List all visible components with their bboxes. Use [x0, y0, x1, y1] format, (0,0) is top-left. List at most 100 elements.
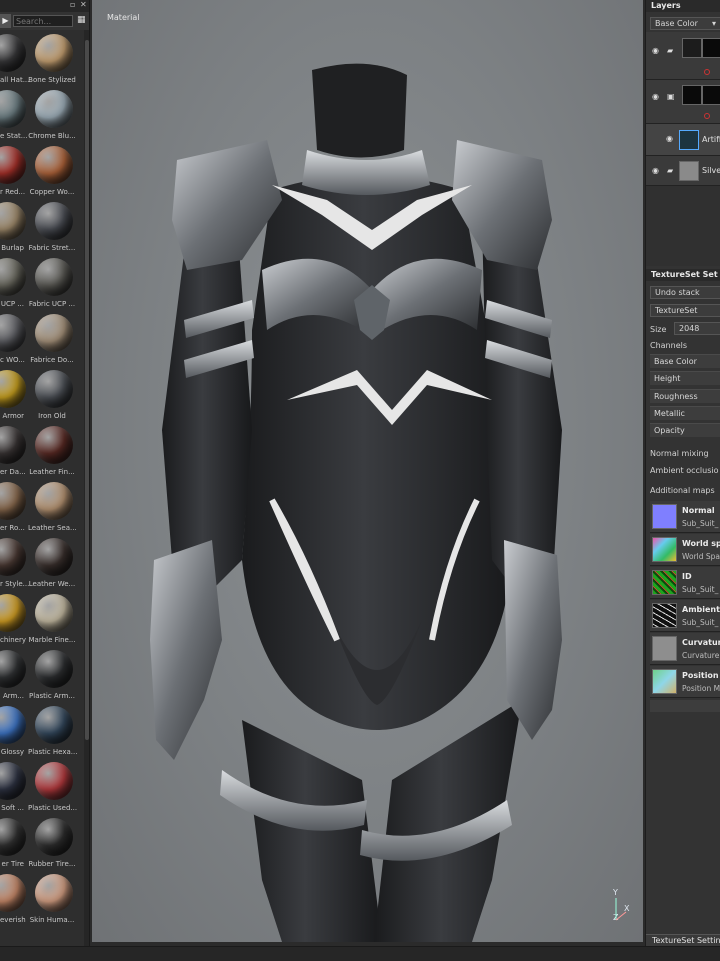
- tab-textureset-settings[interactable]: TextureSet Settin: [646, 934, 720, 946]
- grid-view-icon[interactable]: ▦: [77, 15, 87, 26]
- shelf-search-input[interactable]: [13, 15, 73, 27]
- material-item[interactable]: Chrome Blu...: [28, 88, 76, 144]
- layer-name: Silve: [702, 166, 720, 175]
- material-label: Plastic Hexa...: [28, 748, 78, 756]
- shelf-scrollbar[interactable]: [84, 30, 89, 946]
- map-slot-ambient-occlusion[interactable]: Ambient Sub_Suit_: [650, 600, 720, 632]
- material-item[interactable]: Plastic Arm...: [28, 648, 76, 704]
- material-item[interactable]: Bone Stylized: [28, 32, 76, 88]
- viewport-3d[interactable]: Material Y X: [92, 0, 643, 942]
- material-preview-sphere: [0, 34, 26, 72]
- folder-icon: ▰: [667, 46, 674, 55]
- undo-stack-button[interactable]: Undo stack: [650, 286, 720, 299]
- layers-panel-title: Layers: [646, 0, 720, 12]
- layer-row[interactable]: ◉ ▰: [646, 32, 720, 80]
- material-item[interactable]: Fabric UCP ...: [28, 256, 76, 312]
- material-item[interactable]: Plastic Used...: [28, 760, 78, 816]
- material-item[interactable]: Copper Wo...: [28, 144, 76, 200]
- ambient-occlusion-label: Ambient occlusio: [650, 466, 719, 475]
- mask-indicator-icon: [704, 113, 710, 119]
- chevron-down-icon: ▾: [711, 19, 716, 28]
- map-slot-id[interactable]: ID Sub_Suit_: [650, 567, 720, 599]
- map-title: World sp: [682, 539, 720, 548]
- shelf-title-bar: ▫ ✕: [0, 0, 89, 12]
- material-label: e Stat...: [0, 132, 28, 140]
- textureset-panel-title: TextureSet Set: [646, 269, 720, 281]
- textureset-dropdown[interactable]: TextureSet: [650, 304, 720, 317]
- material-item[interactable]: Rubber Tire...: [28, 816, 76, 872]
- material-item[interactable]: Iron Old: [28, 368, 76, 424]
- material-preview-sphere: [35, 370, 73, 408]
- map-slot-position[interactable]: Position Position M: [650, 666, 720, 698]
- map-title: Curvatur: [682, 638, 720, 647]
- material-preview-sphere: [0, 426, 26, 464]
- channel-base-color[interactable]: Base Color: [650, 354, 720, 368]
- map-source: Sub_Suit_: [682, 519, 719, 528]
- eye-icon[interactable]: ◉: [666, 134, 673, 143]
- mask-indicator-icon: [704, 69, 710, 75]
- map-thumbnail: [652, 570, 677, 595]
- map-slot-world-space[interactable]: World sp World Spa: [650, 534, 720, 566]
- material-preview-sphere: [0, 594, 26, 632]
- material-label: Armor: [2, 412, 24, 420]
- material-preview-sphere: [35, 762, 73, 800]
- map-slot-curvature[interactable]: Curvatur Curvature: [650, 633, 720, 665]
- eye-icon[interactable]: ◉: [652, 46, 659, 55]
- material-label: Copper Wo...: [29, 188, 75, 196]
- material-preview-sphere: [0, 146, 26, 184]
- channel-height[interactable]: Height: [650, 371, 720, 385]
- channel-opacity[interactable]: Opacity: [650, 423, 720, 437]
- material-item[interactable]: Marble Fine...: [28, 592, 76, 648]
- layer-row[interactable]: ◉ ▰ Silve: [646, 156, 720, 186]
- layer-row[interactable]: ◉ Artifi: [646, 124, 720, 156]
- material-preview-sphere: [35, 594, 73, 632]
- shelf-panel: ▫ ✕ ▶ ▦ all Hat...Bone Stylized e Stat...…: [0, 0, 90, 946]
- map-thumbnail: [652, 537, 677, 562]
- material-label: Plastic Used...: [28, 804, 78, 812]
- material-preview-sphere: [35, 314, 73, 352]
- material-label: Leather We...: [28, 580, 76, 588]
- material-item[interactable]: Leather Sea...: [28, 480, 77, 536]
- axis-gizmo: Y X Z: [610, 888, 640, 928]
- status-bar: [0, 946, 720, 961]
- material-label: r Style...: [0, 580, 30, 588]
- channel-roughness[interactable]: Roughness: [650, 389, 720, 403]
- material-item[interactable]: Fabrice Do...: [28, 312, 76, 368]
- additional-maps-label: Additional maps: [650, 486, 715, 495]
- material-preview-sphere: [35, 482, 73, 520]
- material-item[interactable]: Leather Fin...: [28, 424, 76, 480]
- layer-row[interactable]: ◉ ▣: [646, 80, 720, 124]
- material-label: Fabric Stret...: [28, 244, 76, 252]
- material-label: r Red...: [0, 188, 26, 196]
- material-item[interactable]: Skin Huma...: [28, 872, 76, 928]
- close-icon[interactable]: ✕: [80, 0, 87, 9]
- map-thumbnail: [652, 603, 677, 628]
- material-label: Plastic Arm...: [29, 692, 75, 700]
- material-item[interactable]: Fabric Stret...: [28, 200, 76, 256]
- material-label: Glossy: [0, 748, 24, 756]
- size-dropdown[interactable]: 2048: [674, 322, 720, 335]
- right-panel: Layers Base Color ▾ ◉ ▰ ◉ ▣ ◉ Artifi ◉ ▰…: [645, 0, 720, 946]
- map-title: Ambient: [682, 605, 720, 614]
- material-label: c WO...: [0, 356, 25, 364]
- layer-channel-dropdown[interactable]: Base Color ▾: [650, 17, 720, 30]
- material-label: chinery: [0, 636, 26, 644]
- float-icon[interactable]: ▫: [70, 0, 75, 9]
- channel-metallic[interactable]: Metallic: [650, 406, 720, 420]
- material-item[interactable]: Plastic Hexa...: [28, 704, 78, 760]
- map-slot-normal[interactable]: Normal Sub_Suit_: [650, 501, 720, 533]
- material-label: er Ro...: [0, 524, 25, 532]
- shelf-toolbar: ▶ ▦: [0, 12, 89, 30]
- layer-name: Artifi: [702, 135, 720, 144]
- expand-arrow-icon[interactable]: ▶: [0, 14, 11, 28]
- material-preview-sphere: [0, 370, 26, 408]
- eye-icon[interactable]: ◉: [652, 92, 659, 101]
- layer-channel-value: Base Color: [655, 19, 698, 28]
- eye-icon[interactable]: ◉: [652, 166, 659, 175]
- material-item[interactable]: Leather We...: [28, 536, 76, 592]
- scrollbar-thumb[interactable]: [85, 40, 89, 740]
- material-label: Leather Sea...: [28, 524, 77, 532]
- material-label: Iron Old: [38, 412, 66, 420]
- add-map-row[interactable]: [650, 700, 720, 712]
- folder-icon: ▰: [667, 166, 674, 175]
